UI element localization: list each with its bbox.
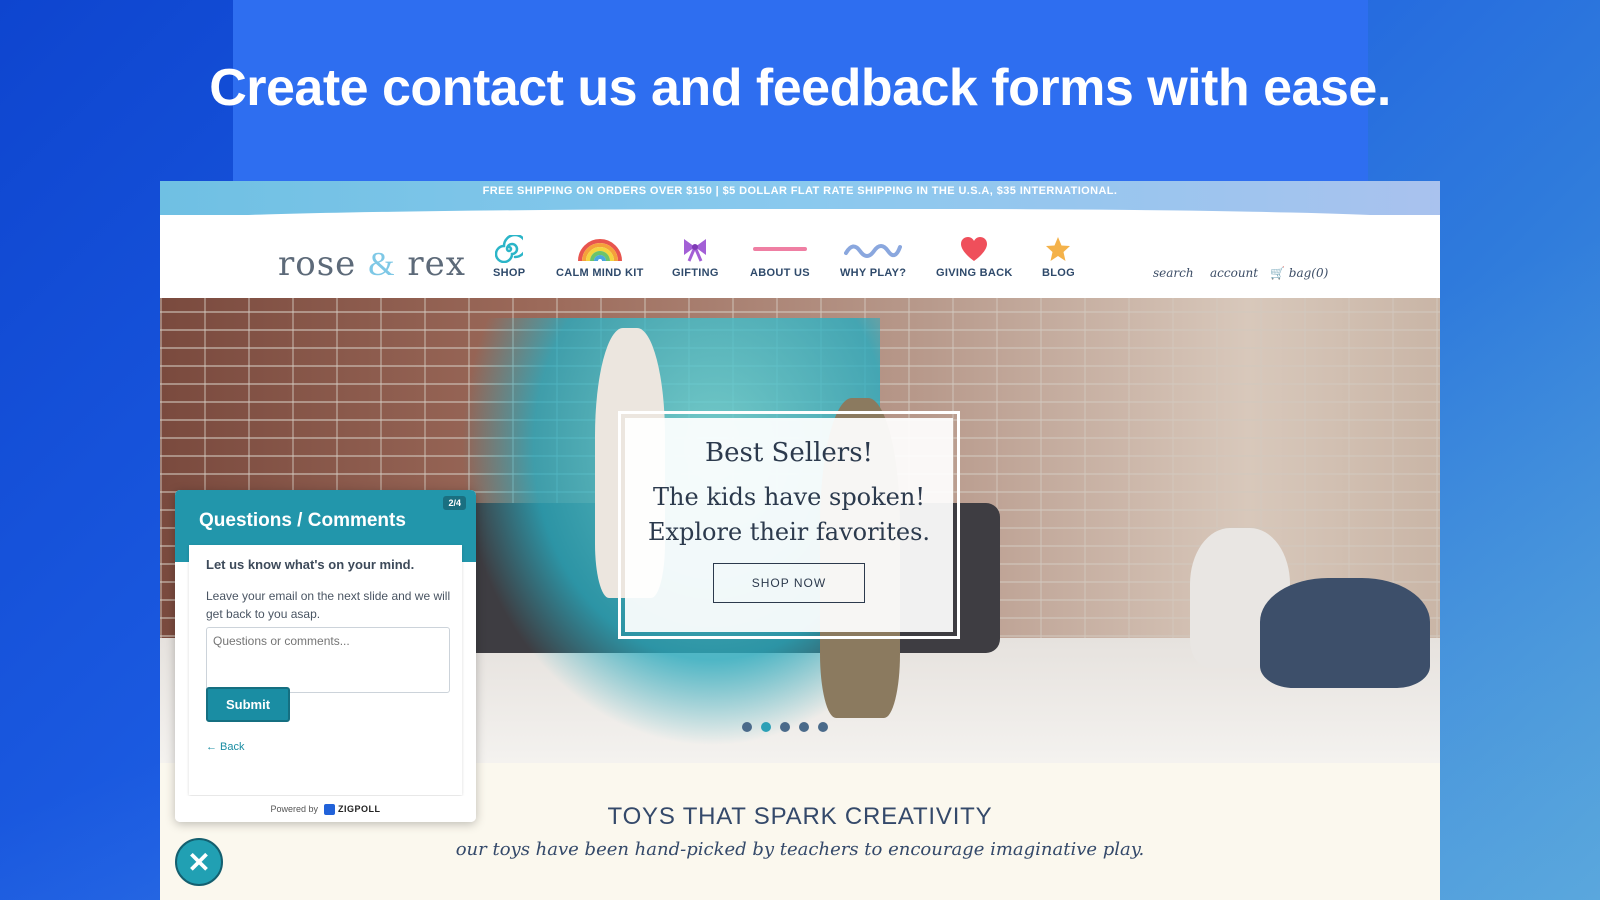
- carousel-dot[interactable]: [742, 722, 752, 732]
- submit-button[interactable]: Submit: [206, 687, 290, 722]
- comments-input[interactable]: [206, 627, 450, 693]
- logo[interactable]: rose & rex: [278, 244, 466, 284]
- nav-item-giving-back[interactable]: GIVING BACK: [936, 233, 1013, 279]
- wave-icon: [844, 233, 903, 265]
- step-badge: 2/4: [443, 496, 466, 510]
- swirl-icon: [495, 233, 524, 265]
- widget-title: Questions / Comments: [199, 510, 406, 531]
- headline: Create contact us and feedback forms wit…: [209, 59, 1391, 117]
- nav-item-blog[interactable]: BLOG: [1042, 233, 1075, 279]
- nav-item-gifting[interactable]: GIFTING: [672, 233, 719, 279]
- bag-link[interactable]: 🛒 bag(0): [1270, 266, 1328, 280]
- star-icon: [1044, 233, 1072, 265]
- carousel-dot[interactable]: [761, 722, 771, 732]
- carousel-dot[interactable]: [799, 722, 809, 732]
- widget-card: Let us know what's on your mind. Leave y…: [189, 545, 462, 795]
- shipping-bar: FREE SHIPPING ON ORDERS OVER $150 | $5 D…: [160, 181, 1440, 221]
- promo-box: Best Sellers! The kids have spoken! Expl…: [618, 411, 960, 639]
- close-icon: ✕: [187, 846, 211, 878]
- zigpoll-icon: [324, 803, 336, 815]
- powered-by: Powered by ZIGPOLL: [175, 796, 476, 822]
- account-link[interactable]: account: [1210, 266, 1258, 280]
- section-subtitle: our toys have been hand-picked by teache…: [455, 839, 1145, 860]
- heart-icon: [959, 233, 989, 265]
- carousel-dots: [742, 722, 828, 732]
- rainbow-icon: [577, 233, 623, 265]
- nav-item-why-play[interactable]: WHY PLAY?: [840, 233, 906, 279]
- back-link[interactable]: ← Back: [206, 741, 245, 753]
- nav-item-shop[interactable]: SHOP: [493, 233, 525, 279]
- child-figure: [1260, 578, 1430, 688]
- zigpoll-logo[interactable]: ZIGPOLL: [324, 803, 381, 815]
- carousel-dot[interactable]: [780, 722, 790, 732]
- promo-text: The kids have spoken! Explore their favo…: [647, 483, 931, 546]
- nav-item-calm-mind-kit[interactable]: CALM MIND KIT: [556, 233, 644, 279]
- widget-description: Leave your email on the next slide and w…: [206, 589, 451, 621]
- carousel-dot[interactable]: [818, 722, 828, 732]
- bow-icon: [680, 233, 710, 265]
- cart-icon: 🛒: [1270, 266, 1285, 280]
- feedback-widget: Questions / Comments 2/4 Let us know wha…: [175, 490, 476, 822]
- shop-now-button[interactable]: SHOP NOW: [713, 563, 865, 603]
- search-link[interactable]: search: [1153, 266, 1194, 280]
- promo-heading: Best Sellers!: [705, 438, 873, 468]
- close-widget-button[interactable]: ✕: [175, 838, 223, 886]
- widget-question: Let us know what's on your mind.: [206, 557, 415, 572]
- line-icon: [752, 233, 807, 265]
- shipping-text: FREE SHIPPING ON ORDERS OVER $150 | $5 D…: [482, 185, 1118, 197]
- nav-item-about-us[interactable]: ABOUT US: [750, 233, 810, 279]
